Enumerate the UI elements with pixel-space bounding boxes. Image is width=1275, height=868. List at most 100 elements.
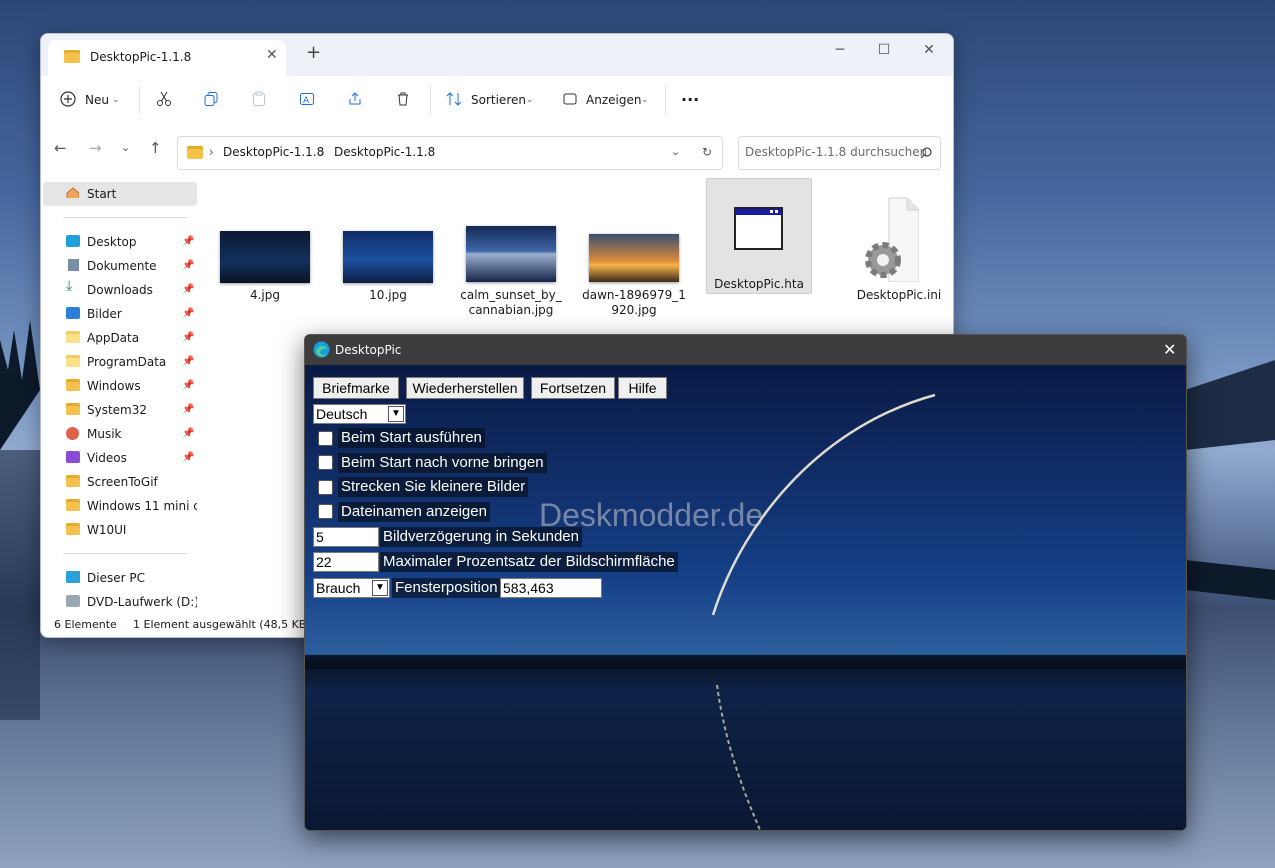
search-box[interactable]: DesktopPic-1.1.8 durchsuchen <box>738 136 941 170</box>
tab-desktoppic[interactable]: DesktopPic-1.1.8 ✕ <box>48 40 286 76</box>
share-icon <box>349 92 361 105</box>
chevron-down-icon: ⌄ <box>112 95 120 105</box>
hta-app-icon <box>734 207 783 250</box>
percent-input[interactable]: 22 <box>313 552 379 572</box>
sidebar-item-windows[interactable]: Windows 📌 <box>41 374 197 398</box>
pin-icon: 📌 <box>182 284 195 295</box>
maximize-icon[interactable]: ☐ <box>862 36 906 64</box>
address-bar[interactable]: › DesktopPic-1.1.8 › DesktopPic-1.1.8 ⌄ … <box>177 136 723 170</box>
file-item-dawn[interactable]: dawn-1896979_1 920.jpg <box>582 190 686 320</box>
sidebar-item-downloads[interactable]: ⤓ Downloads 📌 <box>41 278 197 302</box>
sidebar-item-videos[interactable]: Videos 📌 <box>41 446 197 470</box>
sidebar-item-screentogif[interactable]: ScreenToGif <box>41 470 197 494</box>
sidebar-item-label: Start <box>87 187 117 201</box>
sidebar-item-documents[interactable]: Dokumente 📌 <box>41 254 197 278</box>
desktoppic-window: DesktopPic ✕ Deskmodder.de Briefmarke Wi <box>304 334 1187 831</box>
language-select[interactable]: Deutsch ▼ <box>313 404 406 424</box>
chevron-down-icon: ▼ <box>388 406 404 422</box>
file-item-4-jpg[interactable]: 4.jpg <box>213 190 317 310</box>
forward-arrow-icon[interactable]: → <box>89 139 102 157</box>
back-arrow-icon[interactable]: ← <box>54 139 67 157</box>
up-arrow-icon[interactable]: ↑ <box>149 139 162 157</box>
recent-locations-icon[interactable]: ⌄ <box>121 141 130 154</box>
position-input[interactable]: 583,463 <box>500 578 602 598</box>
minimize-icon[interactable]: ─ <box>818 36 862 64</box>
sidebar-item-dvd-drive[interactable]: DVD-Laufwerk (D:) G <box>41 590 197 614</box>
folder-icon <box>66 355 80 367</box>
close-icon[interactable]: ✕ <box>1163 340 1176 359</box>
folder-icon <box>66 499 80 511</box>
run-at-start-label: Beim Start ausführen <box>338 428 485 448</box>
chevron-down-icon: ⌄ <box>641 95 649 105</box>
breadcrumb-item[interactable]: DesktopPic-1.1.8 <box>334 145 435 159</box>
pin-icon: 📌 <box>182 260 195 271</box>
continue-button[interactable]: Fortsetzen <box>531 377 615 399</box>
address-dropdown-icon[interactable]: ⌄ <box>671 145 680 158</box>
image-thumbnail <box>589 234 679 282</box>
title-bar: DesktopPic ✕ <box>305 335 1186 365</box>
sidebar-item-desktop[interactable]: Desktop 📌 <box>41 230 197 254</box>
sidebar-item-pictures[interactable]: Bilder 📌 <box>41 302 197 326</box>
view-button[interactable]: Anzeigen ⌄ <box>562 88 652 112</box>
search-icon <box>920 147 932 159</box>
sidebar-item-programdata[interactable]: ProgramData 📌 <box>41 350 197 374</box>
sidebar-item-label: Desktop <box>87 235 137 249</box>
file-item-calm-sunset[interactable]: calm_sunset_by_ cannabian.jpg <box>459 190 563 320</box>
sidebar-item-music[interactable]: Musik 📌 <box>41 422 197 446</box>
sidebar-item-w10ui[interactable]: W10UI <box>41 518 197 542</box>
file-item-desktoppic-hta[interactable]: DesktopPic.hta <box>706 178 812 294</box>
sort-button[interactable]: Sortieren ⌄ <box>446 88 536 112</box>
stretch-images-checkbox[interactable] <box>318 480 333 495</box>
command-bar: Neu ⌄ A Sortieren ⌄ Anzeigen ⌄ ··· <box>41 76 953 125</box>
sort-icon <box>446 92 462 106</box>
add-tab-icon[interactable]: + <box>306 44 321 62</box>
chevron-down-icon: ⌄ <box>526 95 534 105</box>
rename-button[interactable]: A <box>299 88 317 112</box>
sidebar-item-label: Dokumente <box>87 259 157 273</box>
sidebar-item-label: Windows <box>87 379 141 393</box>
desktop-icon <box>66 235 80 247</box>
help-button[interactable]: Hilfe <box>618 377 667 399</box>
close-tab-icon[interactable]: ✕ <box>266 47 278 63</box>
search-input[interactable]: DesktopPic-1.1.8 durchsuchen <box>745 145 927 159</box>
folder-icon <box>66 403 80 415</box>
sidebar-item-appdata[interactable]: AppData 📌 <box>41 326 197 350</box>
show-filenames-checkbox[interactable] <box>318 504 333 519</box>
breadcrumb-item[interactable]: DesktopPic-1.1.8 <box>223 145 324 159</box>
bring-to-front-checkbox[interactable] <box>318 455 333 470</box>
sort-label: Sortieren <box>471 93 526 107</box>
restore-button[interactable]: Wiederherstellen <box>406 377 524 399</box>
sidebar-item-label: W10UI <box>87 523 127 537</box>
sidebar-item-this-pc[interactable]: Dieser PC <box>41 566 197 590</box>
download-icon: ⤓ <box>66 278 73 294</box>
file-item-10-jpg[interactable]: 10.jpg <box>336 190 440 310</box>
sidebar-item-label: DVD-Laufwerk (D:) G <box>87 595 197 609</box>
pin-icon: 📌 <box>182 428 195 439</box>
stamp-button[interactable]: Briefmarke <box>313 377 399 399</box>
position-mode-select[interactable]: Brauch ▼ <box>313 578 390 598</box>
copy-button[interactable] <box>203 88 221 112</box>
clipboard-icon <box>253 91 265 106</box>
gear-icon <box>865 242 901 278</box>
pin-icon: 📌 <box>182 404 195 415</box>
bring-to-front-label: Beim Start nach vorne bringen <box>338 453 547 473</box>
sidebar-item-label: Musik <box>87 427 122 441</box>
sidebar-item-system32[interactable]: System32 📌 <box>41 398 197 422</box>
new-button[interactable]: Neu ⌄ <box>60 88 122 112</box>
close-icon[interactable]: ✕ <box>907 36 951 64</box>
sidebar-item-start[interactable]: Start <box>43 182 197 206</box>
cut-button[interactable] <box>156 88 174 112</box>
refresh-icon[interactable]: ↻ <box>702 145 712 159</box>
share-button[interactable] <box>347 88 365 112</box>
more-options-button[interactable]: ··· <box>681 88 703 112</box>
sidebar-divider <box>63 553 188 554</box>
delay-input[interactable]: 5 <box>313 527 379 547</box>
paste-button[interactable] <box>251 88 269 112</box>
image-thumbnail <box>343 231 433 283</box>
run-at-start-checkbox[interactable] <box>318 431 333 446</box>
pin-icon: 📌 <box>182 236 195 247</box>
sidebar-item-windows-11-mini[interactable]: Windows 11 mini cor <box>41 494 197 518</box>
dvd-drive-icon <box>66 595 80 607</box>
delete-button[interactable] <box>395 88 413 112</box>
file-item-desktoppic-ini[interactable]: DesktopPic.ini <box>829 190 941 310</box>
